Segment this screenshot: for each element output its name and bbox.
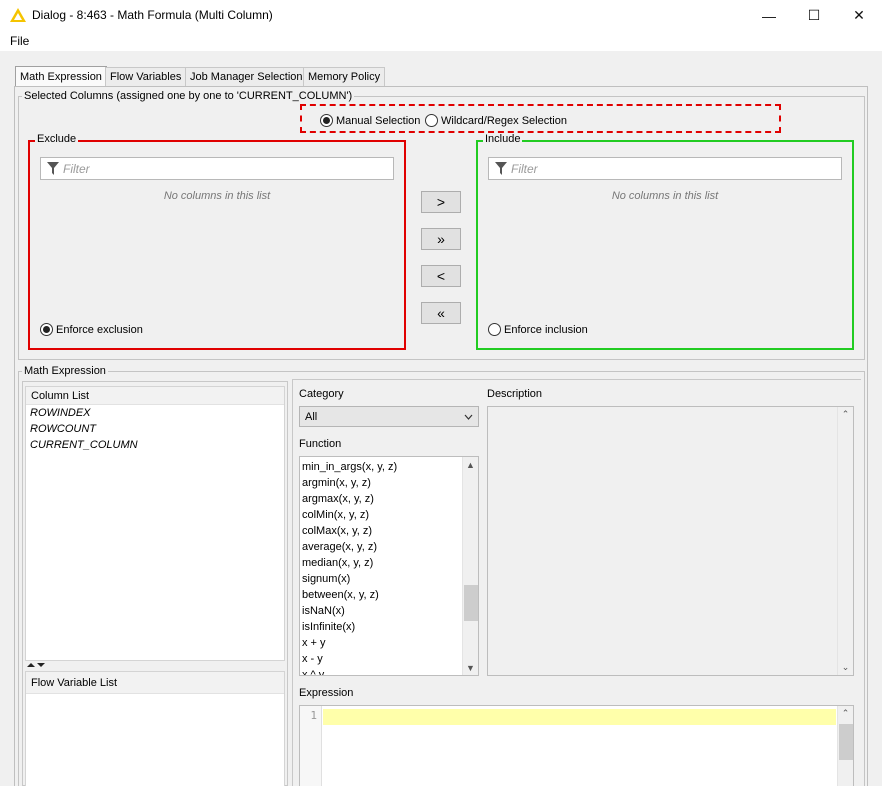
split-divider[interactable] <box>25 661 285 669</box>
function-item[interactable]: x - y <box>300 651 478 667</box>
expression-scroll-thumb[interactable] <box>839 724 853 760</box>
add-button[interactable]: > <box>421 191 461 213</box>
category-dropdown[interactable]: All <box>299 406 479 427</box>
funnel-icon <box>495 162 507 175</box>
current-line-highlight <box>323 709 836 725</box>
exclude-empty-message: No columns in this list <box>163 190 271 202</box>
maximize-button[interactable]: ☐ <box>791 0 837 31</box>
title-bar: Dialog - 8:463 - Math Formula (Multi Col… <box>0 0 882 31</box>
wildcard-selection-radio[interactable] <box>425 114 438 127</box>
exclude-filter-input[interactable]: Filter <box>40 157 394 180</box>
scroll-up-icon[interactable]: ▲ <box>463 457 478 472</box>
scroll-up-icon[interactable]: ⌃ <box>838 706 853 721</box>
function-item[interactable]: isInfinite(x) <box>300 619 478 635</box>
exclude-filter-placeholder: Filter <box>63 161 90 176</box>
menu-file[interactable]: File <box>10 34 29 48</box>
scroll-up-icon[interactable]: ⌃ <box>838 407 853 422</box>
expression-label: Expression <box>299 687 354 699</box>
wildcard-selection-label: Wildcard/Regex Selection <box>441 114 567 127</box>
expression-editor[interactable]: 1 ⌃ <box>299 705 854 786</box>
enforce-exclusion-label: Enforce exclusion <box>56 323 143 336</box>
function-item[interactable]: between(x, y, z) <box>300 587 478 603</box>
manual-selection-label: Manual Selection <box>336 114 421 127</box>
function-item[interactable]: x + y <box>300 635 478 651</box>
function-item[interactable]: median(x, y, z) <box>300 555 478 571</box>
add-all-button[interactable]: » <box>421 228 461 250</box>
split-arrows-icon <box>27 663 45 667</box>
scroll-down-icon[interactable]: ▼ <box>463 660 478 675</box>
menu-bar: File <box>0 31 882 51</box>
remove-all-button[interactable]: « <box>421 302 461 324</box>
function-item[interactable]: average(x, y, z) <box>300 539 478 555</box>
function-scroll-thumb[interactable] <box>464 585 478 621</box>
enforce-inclusion-option[interactable]: Enforce inclusion <box>488 323 588 336</box>
description-label: Description <box>487 388 543 400</box>
expression-scrollbar[interactable]: ⌃ <box>837 706 853 786</box>
function-item[interactable]: isNaN(x) <box>300 603 478 619</box>
enforce-exclusion-radio[interactable] <box>40 323 53 336</box>
remove-button[interactable]: < <box>421 265 461 287</box>
function-item[interactable]: signum(x) <box>300 571 478 587</box>
function-item[interactable]: colMin(x, y, z) <box>300 507 478 523</box>
enforce-inclusion-radio[interactable] <box>488 323 501 336</box>
description-scrollbar[interactable]: ⌃ ⌄ <box>837 407 853 675</box>
function-item[interactable]: colMax(x, y, z) <box>300 523 478 539</box>
function-item[interactable]: argmax(x, y, z) <box>300 491 478 507</box>
include-filter-input[interactable]: Filter <box>488 157 842 180</box>
funnel-icon <box>47 162 59 175</box>
include-filter-placeholder: Filter <box>511 161 538 176</box>
function-scrollbar[interactable]: ▲ ▼ <box>462 457 478 675</box>
tab-memory-policy[interactable]: Memory Policy <box>303 67 386 86</box>
exclude-title: Exclude <box>35 133 79 145</box>
description-area: ⌃ ⌄ <box>487 406 854 676</box>
close-button[interactable]: ✕ <box>836 0 882 31</box>
manual-selection-radio[interactable] <box>320 114 333 127</box>
tab-job-manager-selection[interactable]: Job Manager Selection <box>185 67 308 86</box>
function-label: Function <box>299 438 342 450</box>
column-list-item[interactable]: ROWINDEX <box>26 405 284 421</box>
math-expression-legend: Math Expression <box>22 365 108 377</box>
function-item[interactable]: min_in_args(x, y, z) <box>300 459 478 475</box>
column-list-item[interactable]: ROWCOUNT <box>26 421 284 437</box>
category-label: Category <box>299 388 344 400</box>
window-title: Dialog - 8:463 - Math Formula (Multi Col… <box>32 8 273 22</box>
category-value: All <box>305 410 318 423</box>
minimize-button[interactable]: — <box>746 0 792 31</box>
function-list[interactable]: min_in_args(x, y, z) argmin(x, y, z) arg… <box>299 456 479 676</box>
include-empty-message: No columns in this list <box>611 190 719 202</box>
tab-flow-variables[interactable]: Flow Variables <box>105 67 187 86</box>
enforce-inclusion-label: Enforce inclusion <box>504 323 588 336</box>
scroll-down-icon[interactable]: ⌄ <box>838 660 853 675</box>
flow-variable-list-header: Flow Variable List <box>26 672 284 694</box>
column-list-header: Column List <box>26 387 284 405</box>
manual-selection-option[interactable]: Manual Selection <box>320 114 420 127</box>
column-list-item[interactable]: CURRENT_COLUMN <box>26 437 284 453</box>
selected-columns-legend: Selected Columns (assigned one by one to… <box>22 90 355 102</box>
flow-variable-list[interactable]: Flow Variable List <box>25 671 285 786</box>
wildcard-selection-option[interactable]: Wildcard/Regex Selection <box>425 114 567 127</box>
line-number-gutter: 1 <box>300 706 322 786</box>
chevron-down-icon <box>464 414 473 420</box>
function-item[interactable]: x ^ y <box>300 667 478 675</box>
right-pane-divider <box>292 379 861 380</box>
include-title: Include <box>483 133 523 145</box>
enforce-exclusion-option[interactable]: Enforce exclusion <box>40 323 143 336</box>
app-warning-icon <box>10 8 26 22</box>
tab-math-expression[interactable]: Math Expression <box>15 66 107 87</box>
right-pane-left-divider <box>292 379 293 786</box>
function-item[interactable]: argmin(x, y, z) <box>300 475 478 491</box>
column-list[interactable]: Column List ROWINDEX ROWCOUNT CURRENT_CO… <box>25 386 285 661</box>
line-number: 1 <box>310 709 317 722</box>
